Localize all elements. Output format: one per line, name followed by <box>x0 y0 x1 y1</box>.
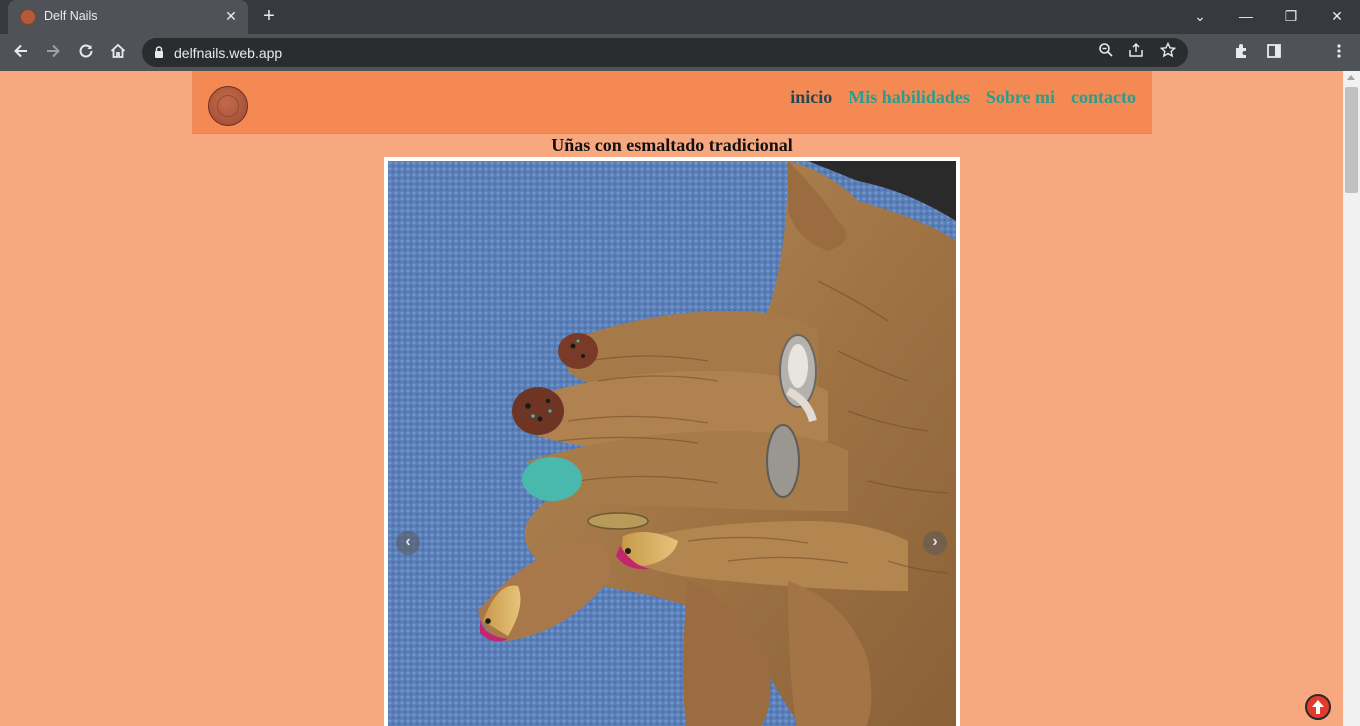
home-icon[interactable] <box>107 42 129 64</box>
browser-tab-bar: Delf Nails ✕ + ⌄ — ❐ ✕ <box>0 0 1360 34</box>
nav-links: inicio Mis habilidades Sobre mi contacto <box>790 87 1136 108</box>
reload-icon[interactable] <box>75 42 97 64</box>
star-icon[interactable] <box>1158 41 1178 62</box>
back-icon[interactable] <box>10 42 32 64</box>
nav-link-inicio[interactable]: inicio <box>790 87 832 108</box>
page-scrollbar[interactable] <box>1343 71 1360 726</box>
logo-emblem-icon <box>217 95 239 117</box>
hands-nails-photo <box>388 161 956 726</box>
restore-button[interactable]: ❐ <box>1278 4 1304 28</box>
page-content: inicio Mis habilidades Sobre mi contacto… <box>0 71 1343 726</box>
zoom-icon[interactable] <box>1096 42 1116 62</box>
scrollbar-thumb[interactable] <box>1345 87 1358 193</box>
new-tab-button[interactable]: + <box>258 6 280 28</box>
forward-icon[interactable] <box>42 42 64 64</box>
browser-tab[interactable]: Delf Nails ✕ <box>8 0 248 34</box>
back-to-top-button[interactable] <box>1305 694 1331 720</box>
site-navbar: inicio Mis habilidades Sobre mi contacto <box>192 71 1152 134</box>
nav-link-contacto[interactable]: contacto <box>1071 87 1136 108</box>
carousel-prev-button[interactable]: ‹ <box>396 531 420 555</box>
address-bar[interactable]: delfnails.web.app <box>142 38 1188 67</box>
arrow-up-icon <box>1312 700 1324 714</box>
nav-link-sobre-mi[interactable]: Sobre mi <box>986 87 1055 108</box>
lock-icon[interactable] <box>152 45 166 59</box>
tab-search-icon[interactable]: ⌄ <box>1187 4 1213 28</box>
close-window-button[interactable]: ✕ <box>1324 4 1350 28</box>
url-text[interactable]: delfnails.web.app <box>174 45 282 61</box>
minimize-button[interactable]: — <box>1233 4 1259 28</box>
carousel-next-button[interactable]: › <box>923 531 947 555</box>
site-logo[interactable] <box>208 86 248 126</box>
tab-close-icon[interactable]: ✕ <box>222 7 240 25</box>
sidepanel-icon[interactable] <box>1263 42 1285 64</box>
extensions-icon[interactable] <box>1231 42 1253 64</box>
favicon-icon <box>20 9 36 25</box>
nav-link-habilidades[interactable]: Mis habilidades <box>848 87 970 108</box>
share-icon[interactable] <box>1126 42 1146 62</box>
image-carousel: ‹ › <box>384 157 960 726</box>
carousel-slide-image: ‹ › <box>388 161 956 726</box>
menu-icon[interactable] <box>1328 42 1350 64</box>
gallery-title: Uñas con esmaltado tradicional <box>551 135 793 155</box>
scroll-up-arrow-icon[interactable] <box>1347 75 1355 80</box>
tab-title: Delf Nails <box>44 9 98 23</box>
browser-toolbar: delfnails.web.app <box>0 34 1360 71</box>
